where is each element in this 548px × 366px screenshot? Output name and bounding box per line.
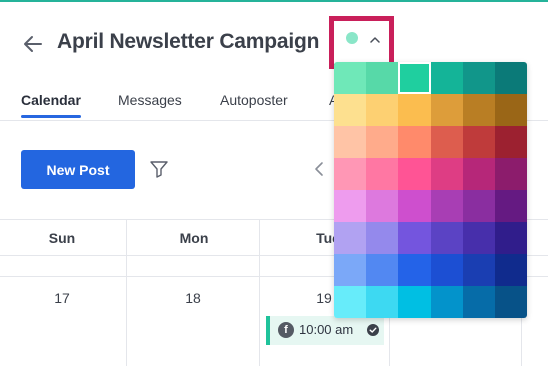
color-swatch-option[interactable] (462, 222, 495, 254)
color-swatch-option[interactable] (430, 126, 463, 158)
color-swatch-option[interactable] (366, 62, 399, 94)
color-swatch-option[interactable] (494, 94, 527, 126)
color-swatch-option[interactable] (334, 254, 367, 286)
color-swatch-option[interactable] (398, 158, 431, 190)
date-cell-18[interactable]: 18 (173, 290, 213, 306)
color-swatch-option[interactable] (462, 286, 495, 318)
filter-button[interactable] (149, 159, 169, 179)
color-swatch-option[interactable] (398, 190, 431, 222)
color-swatch-option[interactable] (430, 222, 463, 254)
tab-autoposter[interactable]: Autoposter (220, 92, 288, 108)
selected-color-swatch (346, 32, 358, 44)
active-tab-indicator (21, 115, 81, 118)
color-swatch-option[interactable] (462, 126, 495, 158)
back-button[interactable] (22, 33, 44, 55)
color-swatch-option[interactable] (334, 158, 367, 190)
color-swatch-option[interactable] (462, 190, 495, 222)
color-swatch-option[interactable] (366, 190, 399, 222)
color-swatch-option[interactable] (430, 286, 463, 318)
calendar-column-divider (126, 219, 127, 366)
new-post-button[interactable]: New Post (21, 150, 135, 189)
color-swatch-option[interactable] (398, 222, 431, 254)
color-swatch-option[interactable] (494, 254, 527, 286)
facebook-icon: f (278, 322, 294, 338)
page-title: April Newsletter Campaign (57, 30, 320, 53)
check-circle-icon (367, 324, 379, 336)
color-swatch-option[interactable] (430, 62, 463, 94)
color-swatch-option[interactable] (494, 222, 527, 254)
color-swatch-option[interactable] (494, 190, 527, 222)
color-swatch-option[interactable] (334, 62, 367, 94)
color-swatch-option[interactable] (366, 286, 399, 318)
color-swatch-option[interactable] (430, 190, 463, 222)
color-swatch-option[interactable] (366, 158, 399, 190)
color-swatch-option[interactable] (334, 94, 367, 126)
color-swatch-option[interactable] (334, 222, 367, 254)
color-swatch-option[interactable] (462, 94, 495, 126)
color-swatch-option[interactable] (398, 254, 431, 286)
scheduled-post-event[interactable]: f 10:00 am (266, 316, 384, 345)
color-swatch-option[interactable] (398, 94, 431, 126)
color-swatch-option[interactable] (334, 190, 367, 222)
day-name-mon: Mon (179, 230, 209, 246)
color-swatch-option[interactable] (462, 158, 495, 190)
chevron-left-icon (315, 162, 323, 176)
tab-messages[interactable]: Messages (118, 92, 182, 108)
date-cell-17[interactable]: 17 (42, 290, 82, 306)
color-palette-dropdown (334, 62, 527, 318)
funnel-icon (150, 161, 168, 178)
color-swatch-option[interactable] (430, 158, 463, 190)
chevron-up-icon (370, 37, 380, 43)
color-swatch-option[interactable] (334, 126, 367, 158)
calendar-column-divider (259, 219, 260, 366)
color-swatch-option[interactable] (430, 94, 463, 126)
previous-week-button[interactable] (313, 161, 325, 177)
color-swatch-option[interactable] (494, 158, 527, 190)
color-swatch-option[interactable] (366, 254, 399, 286)
color-swatch-option[interactable] (398, 62, 431, 94)
color-swatch-option[interactable] (398, 126, 431, 158)
color-swatch-option[interactable] (462, 62, 495, 94)
color-swatch-option[interactable] (494, 286, 527, 318)
color-swatch-option[interactable] (366, 126, 399, 158)
color-swatch-option[interactable] (366, 222, 399, 254)
color-swatch-option[interactable] (398, 286, 431, 318)
color-swatch-option[interactable] (366, 94, 399, 126)
color-swatch-option[interactable] (334, 286, 367, 318)
day-name-sun: Sun (48, 230, 76, 246)
arrow-left-icon (24, 36, 42, 52)
tab-calendar[interactable]: Calendar (21, 92, 81, 108)
color-swatch-option[interactable] (494, 126, 527, 158)
color-swatch-option[interactable] (462, 254, 495, 286)
color-swatch-option[interactable] (494, 62, 527, 94)
top-accent-line (0, 0, 548, 2)
event-time: 10:00 am (299, 322, 354, 337)
color-swatch-option[interactable] (430, 254, 463, 286)
